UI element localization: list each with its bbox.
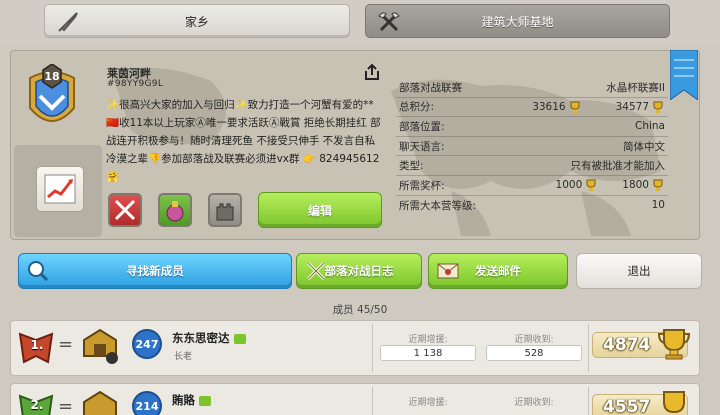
member-name: 賄賂 <box>172 392 212 408</box>
member-rank: 1. <box>30 338 44 352</box>
member-role: 长老 <box>174 352 193 362</box>
info-row-required-townhall: 所需大本营等级: 10 <box>396 196 668 216</box>
donated-label: 近期增援: <box>408 398 448 408</box>
info-row-language: 聊天语言: 简体中文 <box>396 137 668 157</box>
info-value: 只有被批准才能加入 <box>570 160 666 173</box>
divider <box>372 324 373 372</box>
home-points: 33616 <box>532 100 566 113</box>
clan-stats-button[interactable] <box>36 166 84 212</box>
townhall-icon <box>83 390 117 415</box>
info-row-location: 部落位置: China <box>396 117 668 137</box>
member-level: 214 <box>132 391 162 415</box>
received-label: 近期收到: <box>514 398 554 408</box>
trophy-icon <box>586 179 596 192</box>
builder-points: 34577 <box>615 100 649 113</box>
info-label: 部落对战联赛 <box>399 81 462 94</box>
info-label: 类型: <box>399 160 424 173</box>
info-label: 总积分: <box>399 101 435 114</box>
member-name-text: 賄賂 <box>172 393 195 407</box>
crossed-swords-icon <box>114 199 136 221</box>
donated-value: 1 138 <box>380 345 476 361</box>
divider <box>372 387 373 415</box>
rank-change: = <box>58 396 74 415</box>
edit-clan-button[interactable]: 编辑 <box>258 192 382 228</box>
divider <box>588 387 589 415</box>
info-label: 所需奖杯: <box>399 179 445 192</box>
info-row-war-league: 部落对战联赛 水晶杯联赛II <box>396 78 668 98</box>
tab-home-label: 家乡 <box>184 14 209 29</box>
castle-icon <box>216 203 234 221</box>
tab-builder-base[interactable]: 建筑大师基地 <box>365 4 670 38</box>
leave-clan-button[interactable]: 退出 <box>576 253 702 289</box>
bookmark-ribbon-icon <box>670 50 698 100</box>
clan-tag: #98YY9G9L <box>107 79 164 89</box>
find-new-members-button[interactable]: 寻找新成员 <box>18 253 292 289</box>
magnifier-person-icon <box>28 261 49 282</box>
crossed-axes-icon <box>378 12 400 32</box>
divider <box>588 324 589 372</box>
required-home-trophies: 1000 <box>555 179 583 192</box>
trophy-icon <box>653 179 663 192</box>
clan-description: ✨很高兴大家的加入与回归✨致力打造一个河蟹有爱的**🇨🇳收11本以上玩家Ⓐ唯一要… <box>106 99 381 183</box>
chat-icon <box>233 333 246 344</box>
info-value: 水晶杯联赛II <box>606 81 665 94</box>
potion-icon <box>166 201 184 222</box>
donated-label: 近期增援: <box>408 335 448 345</box>
share-icon[interactable] <box>362 62 382 82</box>
info-row-type: 类型: 只有被批准才能加入 <box>396 156 668 176</box>
rank-change: = <box>58 334 74 355</box>
tab-home[interactable]: 家乡 <box>44 4 350 38</box>
members-count: 成员 45/50 <box>332 304 388 316</box>
trophy-icon <box>663 391 685 414</box>
clan-level: 18 <box>44 70 59 83</box>
sword-icon <box>58 12 78 32</box>
info-row-required-trophies: 所需奖杯: 1000 1800 <box>396 176 668 196</box>
member-rank: 2. <box>30 398 44 412</box>
info-label: 聊天语言: <box>399 140 445 153</box>
member-name-text: 东东思密达 <box>172 331 230 345</box>
info-value: 10 <box>651 199 665 212</box>
member-name: 东东思密达 <box>172 330 246 346</box>
received-label: 近期收到: <box>514 335 554 345</box>
info-value: 简体中文 <box>623 140 665 153</box>
trophy-icon <box>653 101 663 113</box>
tab-builder-label: 建筑大师基地 <box>481 14 554 29</box>
send-mail-button[interactable]: 发送邮件 <box>428 253 568 289</box>
info-label: 所需大本营等级: <box>399 199 477 212</box>
trend-chart-icon <box>44 174 76 204</box>
war-log-label: 部落对战日志 <box>324 264 394 278</box>
find-new-members-label: 寻找新成员 <box>126 264 184 278</box>
trophy-icon <box>570 101 580 113</box>
info-label: 部落位置: <box>399 120 445 133</box>
required-builder-trophies: 1800 <box>622 179 649 192</box>
info-value: China <box>635 120 665 133</box>
chat-icon <box>199 395 212 406</box>
war-log-button[interactable]: 部落对战日志 <box>296 253 422 289</box>
clan-perks-button[interactable] <box>158 193 192 227</box>
clan-badge: 18 <box>29 64 75 122</box>
received-value: 528 <box>486 345 582 361</box>
member-level: 247 <box>132 329 162 359</box>
clan-info-table: 部落对战联赛 水晶杯联赛II 总积分: 33616 34577 部落位置: Ch… <box>396 78 668 215</box>
trophy-icon <box>657 329 691 360</box>
info-row-total-points: 总积分: 33616 34577 <box>396 98 668 118</box>
crossed-swords-icon <box>306 261 326 281</box>
townhall-icon <box>83 328 118 364</box>
clan-war-badge-button[interactable] <box>108 193 142 227</box>
mail-icon <box>437 263 459 279</box>
clan-capital-button[interactable] <box>208 193 242 227</box>
send-mail-label: 发送邮件 <box>475 264 521 278</box>
